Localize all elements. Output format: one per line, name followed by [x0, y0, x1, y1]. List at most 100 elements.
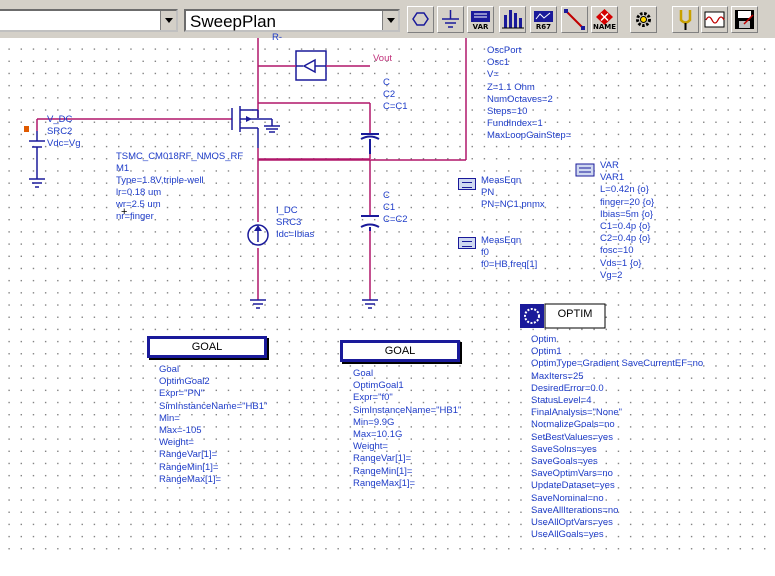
measeqn-f0-type: MeasEqn [481, 235, 522, 246]
mosfet-name: M1 [116, 163, 130, 174]
goal-left-line: Max=-105 [159, 425, 202, 437]
save-button[interactable] [731, 6, 758, 33]
var-line: Vds=1 {o} [600, 257, 642, 269]
tuning-fork-icon [679, 10, 692, 30]
voltage-source-symbol [29, 131, 45, 179]
optim-line: FinalAnalysis="None" [531, 407, 622, 419]
optim-line: SaveNominal=no [531, 492, 604, 504]
goal-right-box[interactable]: GOAL [340, 340, 460, 362]
goal-left-line: Expr="PN" [159, 388, 205, 400]
measeqn-f0-name: f0 [481, 247, 489, 258]
cap-c1-param: C=C2 [383, 214, 408, 225]
optim-line: SetBestValues=yes [531, 431, 613, 443]
chevron-down-icon[interactable] [382, 11, 398, 30]
goal-left-line: Min= [159, 412, 180, 424]
port-button[interactable] [407, 6, 434, 33]
var-name: VAR1 [600, 172, 625, 184]
oscport-line: MaxLoopGainStep= [487, 130, 572, 142]
goal-right-params[interactable]: Goal OptimGoal1 Expr="f0" SimInstanceNam… [353, 368, 461, 490]
oscport-line: Steps=10 [487, 106, 528, 118]
goal-left-line: RangeVar[1]= [159, 449, 218, 461]
waveform-button[interactable] [701, 6, 728, 33]
optim-line: UseAllOptVars=yes [531, 517, 613, 529]
optim-line: UpdateDataset=yes [531, 480, 615, 492]
optim-label[interactable]: OPTIM [545, 308, 605, 320]
cap-c2-name: C2 [383, 89, 396, 100]
measeqn-f0-expr: f0=HB.freq[1] [481, 259, 538, 270]
display-bars-icon [502, 10, 524, 29]
oscport-block[interactable]: OscPort Osc1 V= Z=1.1 Ohm NumOctaves=2 S… [487, 45, 571, 143]
display-bars-button[interactable] [499, 6, 526, 33]
mosfet-symbol [231, 106, 280, 148]
cap-c1-name: C1 [383, 202, 396, 213]
vout-port-symbol [295, 50, 327, 81]
vout-label: Vout [373, 53, 393, 64]
readout-button[interactable]: R67 [530, 6, 557, 33]
sweepplan-value: SweepPlan [190, 12, 277, 31]
goal-left-box[interactable]: GOAL [147, 336, 267, 358]
name-button[interactable]: NAME [591, 6, 618, 33]
goal-right-line: Weight= [353, 441, 388, 453]
r-minus-label: R- [272, 32, 283, 43]
measeqn-pn-icon [458, 178, 476, 190]
optim-line: Optim [531, 334, 557, 345]
mosfet-lr: lr=0.18 um [116, 187, 162, 198]
optim-line: SaveGoals=yes [531, 456, 598, 468]
waveform-icon [704, 11, 725, 28]
capacitor-c1-symbol [360, 215, 380, 231]
goal-right-line: Expr="f0" [353, 392, 393, 404]
goal-left-line: OptimGoal2 [159, 376, 210, 388]
goal-left-line: Goal [159, 364, 180, 375]
i-dc-name: SRC3 [276, 217, 302, 228]
component-library-combo[interactable] [0, 9, 178, 32]
oscport-line: V= [487, 69, 499, 81]
var-line: finger=20 {o} [600, 196, 655, 208]
goal-left-line: SimInstanceName="HB1" [159, 400, 268, 412]
schematic-canvas[interactable]: R- Vout V_DC SRC2 Vdc=Vg TSMC_CM018RF_NM… [0, 32, 775, 551]
var-line: Ibias=5m {o} [600, 208, 654, 220]
v-dc-param: Vdc=Vg [47, 138, 81, 149]
oscport-line: NumOctaves=2 [487, 93, 553, 105]
goal-right-line: Goal [353, 368, 374, 379]
var-block-icon [575, 163, 595, 177]
optim-line: NormalizeGoals=no [531, 419, 615, 431]
name-label: NAME [592, 23, 617, 31]
cap-c2-param: C=C1 [383, 101, 408, 112]
optim-line: UseAllGoals=yes [531, 529, 604, 541]
mosfet-type: Type=1.8V,triple-well [116, 175, 204, 186]
measeqn-pn-name: PN [481, 187, 495, 198]
goal-right-label: GOAL [384, 345, 416, 357]
readout-label: R67 [535, 23, 552, 31]
v-dc-type: V_DC [47, 114, 73, 125]
measeqn-pn-type: MeasEqn [481, 175, 522, 186]
sweepplan-combo[interactable]: SweepPlan [184, 9, 400, 32]
optim-line: DesiredError=0.0 [531, 382, 604, 394]
ground-button[interactable] [437, 6, 464, 33]
tuning-button[interactable] [672, 6, 699, 33]
cap-c1-type: C [383, 190, 390, 201]
goal-left-line: RangeMin[1]= [159, 461, 219, 473]
wire-icon [564, 9, 585, 30]
ground-icon [442, 10, 459, 28]
var-button[interactable]: VAR [467, 6, 494, 33]
goal-left-params[interactable]: Goal OptimGoal2 Expr="PN" SimInstanceNam… [159, 364, 267, 486]
cap-c2-type: C [383, 77, 390, 88]
var-line: C2=0.4p {o} [600, 233, 651, 245]
settings-button[interactable] [630, 6, 657, 33]
var-block[interactable]: VAR VAR1 L=0.42n {o} finger=20 {o} Ibias… [600, 160, 654, 282]
measeqn-f0-icon [458, 237, 476, 249]
var-type: VAR [600, 160, 619, 171]
optim-params[interactable]: Optim Optim1 OptimType=Gradient SaveCurr… [531, 334, 703, 541]
wire-button[interactable] [561, 6, 588, 33]
optim-line: MaxIters=25 [531, 370, 584, 382]
var-line: Vg=2 [600, 269, 623, 281]
goal-left-line: Weight= [159, 437, 194, 449]
var-line: C1=0.4p {o} [600, 221, 651, 233]
goal-right-line: RangeMin[1]= [353, 465, 413, 477]
chevron-down-icon[interactable] [160, 11, 176, 30]
measeqn-pn-expr: PN=NC1.pnmx [481, 199, 545, 210]
goal-right-line: Min=9.9G [353, 416, 395, 428]
ground-symbols [29, 178, 378, 309]
oscport-line: Z=1.1 Ohm [487, 81, 535, 93]
goal-right-line: RangeVar[1]= [353, 453, 412, 465]
